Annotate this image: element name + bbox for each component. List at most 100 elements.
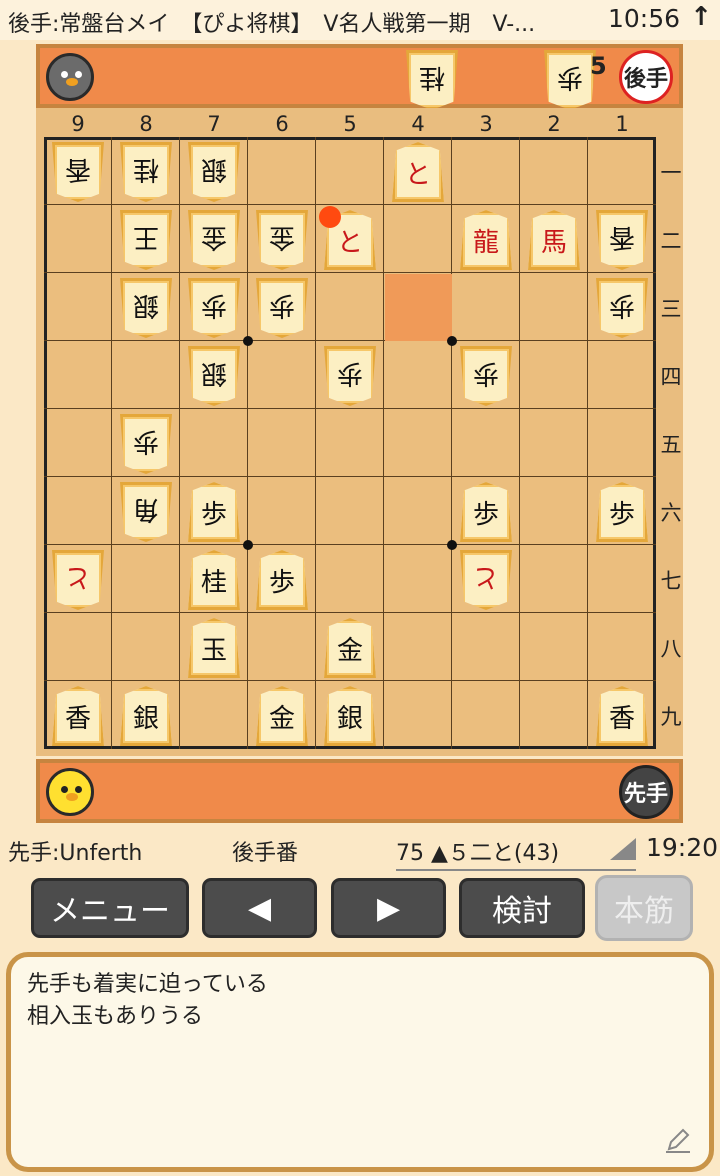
- comment-box[interactable]: 先手も着実に迫っている 相入玉もありうる: [6, 952, 714, 1172]
- gote-piece[interactable]: 歩: [256, 278, 308, 338]
- sente-piece[interactable]: 香: [596, 686, 648, 746]
- board-square[interactable]: [44, 273, 112, 341]
- board-square[interactable]: [588, 137, 656, 205]
- sente-piece[interactable]: 金: [256, 686, 308, 746]
- comment-line-2: 相入玉もありうる: [27, 1004, 204, 1029]
- board-square[interactable]: [384, 205, 452, 273]
- board-square[interactable]: [112, 545, 180, 613]
- sente-piece[interactable]: 歩: [596, 482, 648, 542]
- board-square[interactable]: [588, 613, 656, 681]
- gote-piece[interactable]: 銀: [120, 278, 172, 338]
- board-square[interactable]: [384, 613, 452, 681]
- board-square[interactable]: [384, 545, 452, 613]
- gote-piece[interactable]: 歩: [188, 278, 240, 338]
- status-clock: 10:56: [607, 4, 680, 33]
- board-square[interactable]: [588, 341, 656, 409]
- board-square[interactable]: [44, 613, 112, 681]
- board-square[interactable]: [520, 273, 588, 341]
- gote-piece[interactable]: 王: [120, 210, 172, 270]
- board-square[interactable]: [452, 273, 520, 341]
- board-square[interactable]: [384, 477, 452, 545]
- gote-piece[interactable]: 歩: [324, 346, 376, 406]
- board-square[interactable]: [112, 341, 180, 409]
- board-square[interactable]: [520, 613, 588, 681]
- gote-piece[interactable]: 角: [120, 482, 172, 542]
- board-square[interactable]: [520, 681, 588, 749]
- mainline-button[interactable]: 本筋: [595, 875, 693, 941]
- sente-piece[interactable]: 龍: [460, 210, 512, 270]
- sente-avatar[interactable]: [46, 768, 94, 816]
- board-square[interactable]: [452, 409, 520, 477]
- gote-piece[interactable]: 香: [596, 210, 648, 270]
- board-square[interactable]: [112, 613, 180, 681]
- board-square[interactable]: [44, 341, 112, 409]
- sente-piece[interactable]: 歩: [256, 550, 308, 610]
- dropdown-triangle-icon[interactable]: [610, 838, 636, 860]
- board-square[interactable]: [520, 477, 588, 545]
- board-square[interactable]: [316, 545, 384, 613]
- board-square[interactable]: [180, 681, 248, 749]
- up-arrow-icon: ↑: [690, 2, 712, 32]
- move-selector[interactable]: 75 ▲５二と(43): [396, 835, 636, 871]
- sente-piece[interactable]: 桂: [188, 550, 240, 610]
- gote-hand-keima[interactable]: 桂: [406, 50, 458, 110]
- board-square[interactable]: [384, 409, 452, 477]
- shogi-board[interactable]: 香桂銀と王金金と龍馬香銀歩歩歩銀歩歩歩角歩歩歩と桂歩と玉金香銀金銀香: [44, 137, 656, 749]
- board-square[interactable]: [588, 545, 656, 613]
- board-square[interactable]: [520, 409, 588, 477]
- sente-piece[interactable]: 金: [324, 618, 376, 678]
- board-square[interactable]: [44, 205, 112, 273]
- board-square[interactable]: [316, 409, 384, 477]
- sente-piece[interactable]: 歩: [188, 482, 240, 542]
- sente-piece[interactable]: 歩: [460, 482, 512, 542]
- last-move-marker: [319, 206, 341, 228]
- board-square[interactable]: [452, 613, 520, 681]
- file-label: 7: [207, 112, 221, 136]
- gote-piece[interactable]: 香: [52, 142, 104, 202]
- menu-button[interactable]: メニュー: [28, 875, 192, 941]
- sente-piece[interactable]: 銀: [120, 686, 172, 746]
- gote-piece[interactable]: 金: [256, 210, 308, 270]
- board-square[interactable]: [452, 137, 520, 205]
- gote-piece[interactable]: と: [52, 550, 104, 610]
- board-square[interactable]: [248, 409, 316, 477]
- gote-piece[interactable]: 銀: [188, 142, 240, 202]
- gote-piece[interactable]: 銀: [188, 346, 240, 406]
- board-square[interactable]: [316, 137, 384, 205]
- board-square[interactable]: [316, 477, 384, 545]
- gote-piece[interactable]: と: [460, 550, 512, 610]
- gote-avatar[interactable]: [46, 53, 94, 101]
- board-square[interactable]: [384, 681, 452, 749]
- file-label: 4: [411, 112, 425, 136]
- board-square[interactable]: [44, 409, 112, 477]
- sente-piece[interactable]: 銀: [324, 686, 376, 746]
- sente-piece[interactable]: 馬: [528, 210, 580, 270]
- board-square[interactable]: [248, 477, 316, 545]
- gote-hand-fu[interactable]: 歩: [544, 50, 596, 110]
- sente-piece[interactable]: と: [392, 142, 444, 202]
- board-square[interactable]: [180, 409, 248, 477]
- pencil-icon[interactable]: [663, 1125, 693, 1155]
- gote-piece[interactable]: 金: [188, 210, 240, 270]
- board-square[interactable]: [520, 137, 588, 205]
- board-square[interactable]: [248, 341, 316, 409]
- gote-piece[interactable]: 歩: [120, 414, 172, 474]
- next-move-button[interactable]: ▶: [328, 875, 449, 941]
- gote-piece[interactable]: 歩: [460, 346, 512, 406]
- board-square[interactable]: [248, 137, 316, 205]
- file-label: 2: [547, 112, 561, 136]
- board-square[interactable]: [316, 273, 384, 341]
- review-button[interactable]: 検討: [456, 875, 588, 941]
- board-square[interactable]: [44, 477, 112, 545]
- board-square[interactable]: [520, 545, 588, 613]
- sente-piece[interactable]: 玉: [188, 618, 240, 678]
- board-square[interactable]: [520, 341, 588, 409]
- board-square[interactable]: [452, 681, 520, 749]
- gote-piece[interactable]: 桂: [120, 142, 172, 202]
- prev-move-button[interactable]: ◀: [199, 875, 320, 941]
- board-square[interactable]: [248, 613, 316, 681]
- gote-piece[interactable]: 歩: [596, 278, 648, 338]
- sente-piece[interactable]: 香: [52, 686, 104, 746]
- board-square[interactable]: [588, 409, 656, 477]
- board-square[interactable]: [384, 341, 452, 409]
